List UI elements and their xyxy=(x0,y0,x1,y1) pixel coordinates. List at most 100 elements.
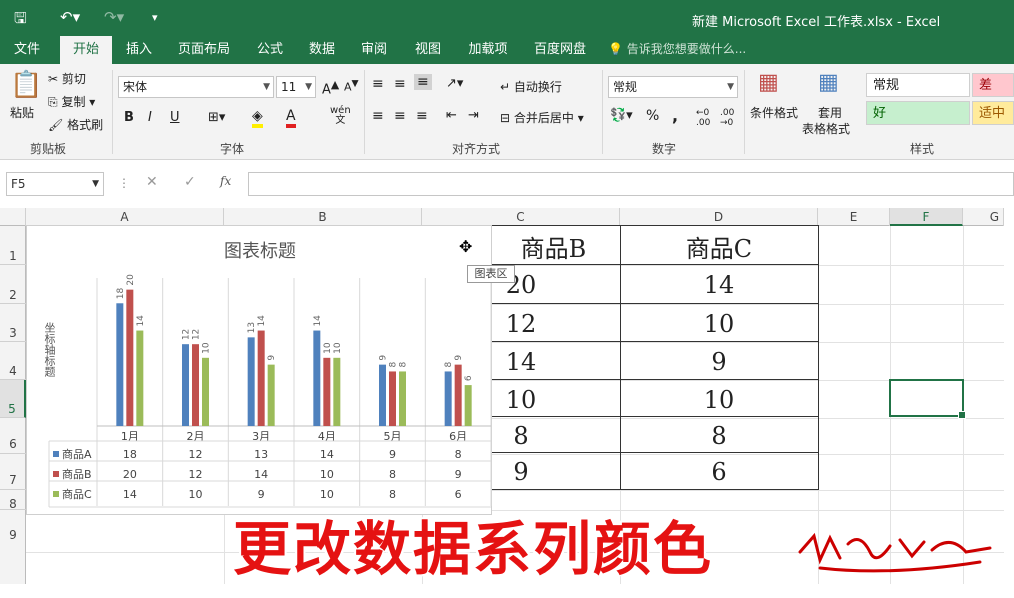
bar-商品B-1月[interactable] xyxy=(126,289,134,426)
increase-decimal-icon[interactable]: ←0.00 xyxy=(696,108,710,128)
table-value[interactable]: 8 xyxy=(455,448,462,461)
table-value[interactable]: 10 xyxy=(189,488,203,501)
tab-review[interactable]: 审阅 xyxy=(354,36,394,64)
data-label[interactable]: 12 xyxy=(182,329,192,340)
cell-c3[interactable]: 12 xyxy=(488,310,554,338)
tab-page-layout[interactable]: 页面布局 xyxy=(172,36,236,64)
data-label[interactable]: 10 xyxy=(323,342,333,354)
legend-entry[interactable]: 商品C xyxy=(62,487,92,501)
formula-input[interactable] xyxy=(248,172,1014,196)
tab-insert[interactable]: 插入 xyxy=(118,36,160,64)
enter-icon[interactable]: ✓ xyxy=(184,174,196,190)
undo-icon[interactable]: ↶▾ xyxy=(60,8,80,26)
legend-entry[interactable]: 商品B xyxy=(62,467,92,481)
data-label[interactable]: 10 xyxy=(333,342,343,354)
col-header-a[interactable]: A xyxy=(26,208,224,226)
table-value[interactable]: 14 xyxy=(254,468,268,481)
cell-d6[interactable]: 8 xyxy=(620,422,818,450)
cell-d3[interactable]: 10 xyxy=(620,310,818,338)
bar-商品A-3月[interactable] xyxy=(247,337,255,426)
align-bottom-icon[interactable]: ≡ xyxy=(414,74,432,90)
table-format-icon[interactable]: ▦ xyxy=(818,70,839,95)
row-header-2[interactable]: 2 xyxy=(0,265,26,304)
bar-商品C-4月[interactable] xyxy=(333,357,341,426)
tab-baidu[interactable]: 百度网盘 xyxy=(528,36,592,64)
number-format-combo[interactable]: 常规 ▼ xyxy=(608,76,738,98)
table-value[interactable]: 20 xyxy=(123,468,137,481)
table-value[interactable]: 9 xyxy=(455,468,462,481)
data-label[interactable]: 12 xyxy=(192,329,202,340)
cell-d1[interactable]: 商品C xyxy=(620,229,818,264)
decrease-indent-icon[interactable]: ⇤ xyxy=(446,108,457,123)
wrap-text-button[interactable]: ↵ 自动换行 xyxy=(500,78,562,95)
row-header-1[interactable]: 1 xyxy=(0,226,26,265)
conditional-format-icon[interactable]: ▦ xyxy=(758,70,779,95)
format-painter-button[interactable]: 🖌 格式刷 xyxy=(48,116,103,133)
row-header-6[interactable]: 6 xyxy=(0,418,26,454)
align-center-icon[interactable]: ≡ xyxy=(394,108,406,124)
style-normal[interactable]: 常规 xyxy=(866,73,970,97)
data-label[interactable]: 9 xyxy=(267,355,277,361)
bar-商品C-2月[interactable] xyxy=(202,357,209,426)
legend-key-商品B[interactable] xyxy=(53,471,59,477)
table-value[interactable]: 10 xyxy=(320,468,334,481)
comma-button[interactable]: , xyxy=(672,106,678,125)
legend-entry[interactable]: 商品A xyxy=(62,447,92,461)
data-label[interactable]: 6 xyxy=(464,375,474,381)
cancel-icon[interactable]: ✕ xyxy=(146,174,158,190)
increase-indent-icon[interactable]: ⇥ xyxy=(468,108,479,123)
cell-d7[interactable]: 6 xyxy=(620,458,818,486)
data-label[interactable]: 8 xyxy=(399,361,409,367)
data-label[interactable]: 20 xyxy=(126,274,136,286)
cut-button[interactable]: ✂ 剪切 xyxy=(48,70,86,87)
cell-d4[interactable]: 9 xyxy=(620,348,818,376)
percent-button[interactable]: % xyxy=(646,108,659,124)
cell-c4[interactable]: 14 xyxy=(488,348,554,376)
col-header-b[interactable]: B xyxy=(224,208,422,226)
name-box[interactable]: F5 ▼ xyxy=(6,172,104,196)
align-right-icon[interactable]: ≡ xyxy=(416,108,428,124)
table-value[interactable]: 14 xyxy=(123,488,137,501)
conditional-format-button[interactable]: 条件格式 xyxy=(750,104,798,121)
chart-area[interactable]: 图表标题 坐标轴标题 18 20 14 1月 12 12 10 2月 13 14 9 3月 14 10 10… xyxy=(26,225,492,515)
font-shrink-icon[interactable]: A▼ xyxy=(344,78,359,94)
table-value[interactable]: 10 xyxy=(320,488,334,501)
row-header-7[interactable]: 7 xyxy=(0,454,26,490)
font-size-combo[interactable]: 11 ▼ xyxy=(276,76,316,98)
data-label[interactable]: 9 xyxy=(379,355,389,361)
data-label[interactable]: 14 xyxy=(136,315,146,327)
orientation-icon[interactable]: ↗▾ xyxy=(446,76,463,91)
bold-button[interactable]: B xyxy=(124,110,134,125)
bar-商品B-3月[interactable] xyxy=(257,330,265,426)
legend-key-商品C[interactable] xyxy=(53,491,59,497)
chart-plot[interactable]: 1820141月12 12102月131493月1410 104月98 85月8966… xyxy=(27,226,493,516)
tab-view[interactable]: 视图 xyxy=(408,36,448,64)
col-header-f[interactable]: F xyxy=(890,208,963,226)
col-header-c[interactable]: C xyxy=(422,208,620,226)
row-header-4[interactable]: 4 xyxy=(0,342,26,380)
data-label[interactable]: 14 xyxy=(313,315,323,327)
table-value[interactable]: 9 xyxy=(258,488,265,501)
data-label[interactable]: 18 xyxy=(116,288,126,300)
col-header-d[interactable]: D xyxy=(620,208,818,226)
bar-商品C-6月[interactable] xyxy=(464,385,472,426)
fx-icon[interactable]: fx xyxy=(220,174,231,188)
bar-商品A-5月[interactable] xyxy=(379,364,386,426)
table-format-label-1[interactable]: 套用 xyxy=(818,104,842,121)
decrease-decimal-icon[interactable]: .00 →0 xyxy=(720,108,734,128)
italic-button[interactable]: I xyxy=(148,110,152,125)
bar-商品C-1月[interactable] xyxy=(136,330,144,426)
style-bad[interactable]: 差 xyxy=(972,73,1014,97)
style-neutral[interactable]: 适中 xyxy=(972,101,1014,125)
save-icon[interactable]: 🖫 xyxy=(14,8,27,33)
customize-qat-icon[interactable]: ▾ xyxy=(152,11,158,24)
font-grow-icon[interactable]: A▲ xyxy=(322,78,339,97)
bar-商品A-1月[interactable] xyxy=(116,303,124,426)
table-value[interactable]: 18 xyxy=(123,448,137,461)
cell-d5[interactable]: 10 xyxy=(620,386,818,414)
tell-me-box[interactable]: 💡 告诉我您想要做什么... xyxy=(608,36,758,64)
align-left-icon[interactable]: ≡ xyxy=(372,108,384,124)
align-top-icon[interactable]: ≡ xyxy=(372,76,384,92)
data-label[interactable]: 10 xyxy=(202,342,212,354)
font-name-combo[interactable]: 宋体 ▼ xyxy=(118,76,274,98)
